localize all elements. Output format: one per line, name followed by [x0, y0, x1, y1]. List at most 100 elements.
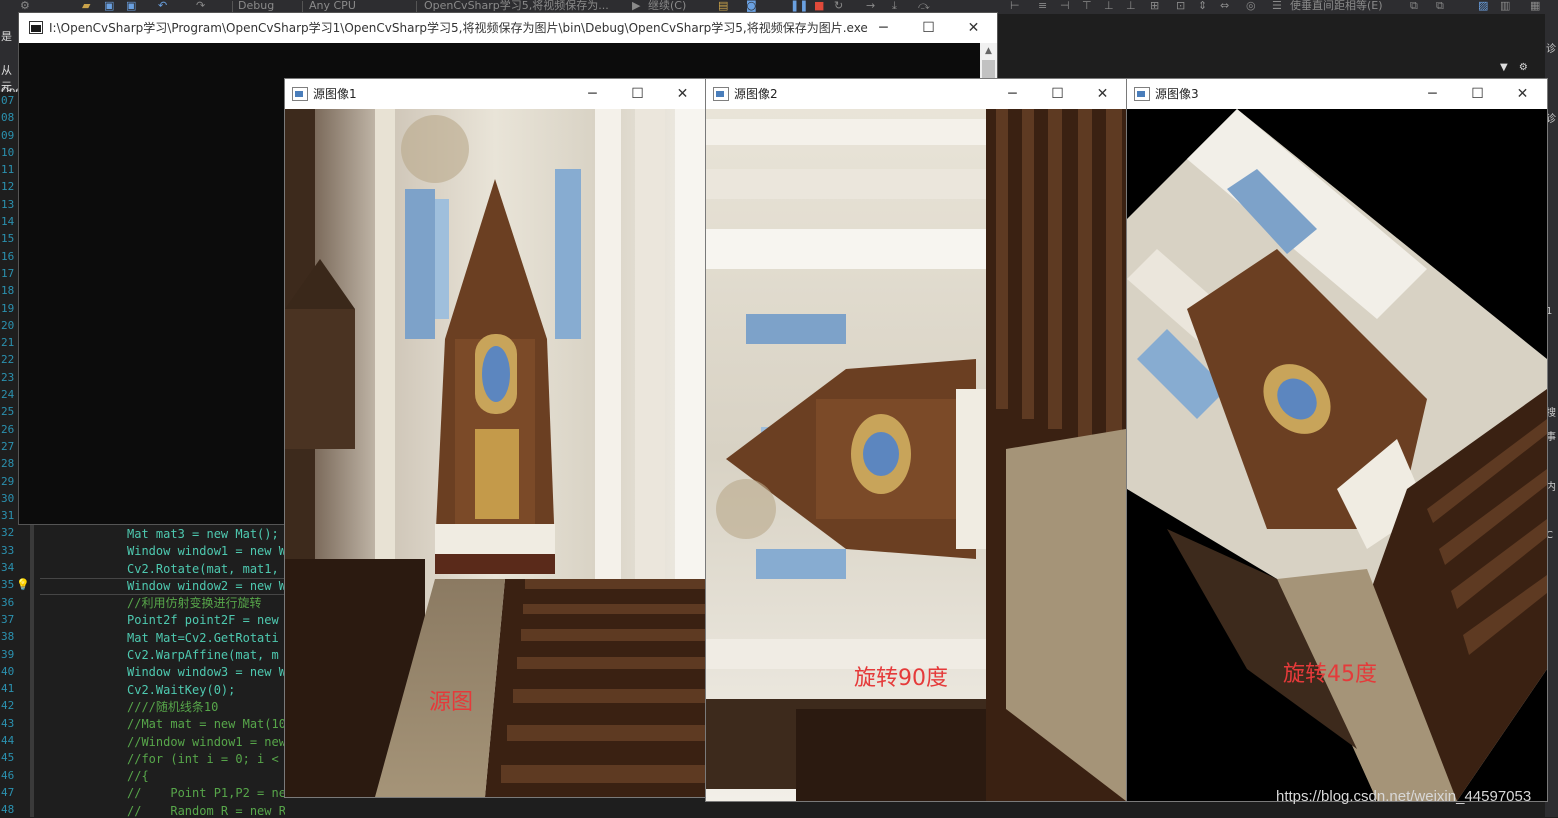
code-line: //for (int i = 0; i <: [127, 751, 279, 766]
close-button[interactable]: ✕: [1080, 79, 1125, 109]
dropdown-arrow-icon[interactable]: ▼: [1500, 62, 1508, 73]
church-interior-rotated-90-image: [706, 109, 1126, 801]
equal-vertical-spacing-button[interactable]: 使垂直间距相等(E): [1290, 0, 1383, 12]
window-titlebar[interactable]: 源图像3 ─ ☐ ✕: [1127, 79, 1547, 109]
settings-icon[interactable]: ⚙: [20, 0, 30, 12]
church-interior-rotated-45-image: [1127, 109, 1547, 801]
line-number: 36: [1, 595, 15, 609]
gear-icon[interactable]: ⚙: [1519, 62, 1528, 73]
code-line: Cv2.WarpAffine(mat, m: [127, 648, 279, 663]
bring-to-front-icon[interactable]: ⧉: [1410, 0, 1418, 12]
line-number: 42: [1, 699, 15, 713]
line-number: 44: [1, 733, 15, 747]
horizontal-spacing-icon[interactable]: ⇔: [1220, 0, 1229, 12]
code-line: Mat Mat=Cv2.GetRotati: [127, 630, 279, 645]
rotated-45-image-canvas: 旋转45度: [1127, 109, 1547, 801]
window-titlebar[interactable]: 源图像2 ─ ☐ ✕: [706, 79, 1126, 109]
code-line: Cv2.Rotate(mat, mat1,: [127, 561, 279, 576]
maximize-button[interactable]: ☐: [1035, 79, 1080, 109]
ide-panel-controls: ▼ ⚙: [1500, 62, 1528, 73]
save-all-icon[interactable]: ▣: [126, 0, 136, 12]
scroll-up-arrow-icon[interactable]: ▲: [980, 43, 997, 60]
layout-icon[interactable]: ▥: [1500, 0, 1510, 12]
line-number: 46: [1, 768, 15, 782]
step-into-icon[interactable]: ⤓: [892, 0, 897, 12]
align-bottom-icon[interactable]: ⊥: [1126, 0, 1136, 12]
minimize-button[interactable]: ─: [1410, 79, 1455, 109]
layout-alt-icon[interactable]: ▦: [1530, 0, 1540, 12]
maximize-button[interactable]: ☐: [615, 79, 660, 109]
redo-icon[interactable]: ↷: [196, 0, 205, 12]
step-over-icon[interactable]: ⤼: [918, 0, 930, 12]
left-panel-text: 是: [1, 30, 12, 43]
align-middle-icon[interactable]: ⊥: [1104, 0, 1114, 12]
console-maximize-button[interactable]: ☐: [906, 13, 951, 43]
code-line: // Random R = new Random();: [127, 803, 285, 817]
restart-icon[interactable]: ↻: [834, 0, 843, 12]
right-panel-text: 诊: [1546, 44, 1556, 55]
window-app-icon: [713, 87, 729, 101]
close-button[interactable]: ✕: [660, 79, 705, 109]
align-left-icon[interactable]: ⊢: [1010, 0, 1020, 12]
console-minimize-button[interactable]: ─: [861, 13, 906, 43]
code-line: Mat mat3 = new Mat();: [127, 527, 279, 541]
play-icon[interactable]: ▶: [632, 0, 640, 12]
undo-icon[interactable]: ↶: [158, 0, 167, 12]
make-same-size-icon[interactable]: ⊞: [1150, 0, 1159, 12]
window-app-icon: [292, 87, 308, 101]
code-line: Window window3 = new W: [127, 665, 285, 680]
source-image-canvas: 源图: [285, 109, 705, 797]
pause-icon[interactable]: ❚❚: [790, 0, 808, 12]
align-center-icon[interactable]: ≡: [1038, 0, 1047, 12]
code-line: //Mat mat = new Mat(10: [127, 717, 285, 732]
window-titlebar[interactable]: 源图像1 ─ ☐ ✕: [285, 79, 705, 109]
minimize-button[interactable]: ─: [990, 79, 1035, 109]
open-folder-icon[interactable]: ▰: [82, 0, 90, 12]
continue-button[interactable]: 继续(C): [648, 0, 686, 12]
window-app-icon: [1134, 87, 1150, 101]
send-to-back-icon[interactable]: ⧉: [1436, 0, 1444, 12]
window-title: 源图像1: [313, 87, 357, 101]
solution-config-dropdown[interactable]: Debug: [238, 0, 274, 12]
lock-icon[interactable]: ▨: [1478, 0, 1488, 12]
code-line: Window window1 = new W: [127, 544, 285, 559]
minimize-button[interactable]: ─: [570, 79, 615, 109]
line-number: 38: [1, 630, 15, 644]
align-top-icon[interactable]: ⊤: [1082, 0, 1092, 12]
watermark-text: https://blog.csdn.net/weixin_44597053: [1276, 788, 1532, 805]
line-number: 47: [1, 785, 15, 799]
image-overlay-text: 旋转45度: [1283, 662, 1377, 687]
stop-icon[interactable]: ■: [814, 0, 824, 12]
center-icon[interactable]: ◎: [1246, 0, 1256, 12]
camera-icon[interactable]: ◙: [746, 0, 757, 12]
console-close-button[interactable]: ✕: [951, 13, 996, 43]
align-right-icon[interactable]: ⊣: [1060, 0, 1070, 12]
tab-order-icon[interactable]: ☰: [1272, 0, 1282, 12]
maximize-button[interactable]: ☐: [1455, 79, 1500, 109]
code-editor[interactable]: Mat mat3 = new Mat(); Window window1 = ne…: [40, 526, 285, 817]
image-window-source-1[interactable]: 源图像1 ─ ☐ ✕ 源图: [284, 78, 706, 798]
line-number: 33: [1, 543, 15, 557]
close-button[interactable]: ✕: [1500, 79, 1545, 109]
console-titlebar[interactable]: I:\OpenCvSharp学习\Program\OpenCvSharp学习1\…: [19, 13, 997, 43]
hot-reload-icon[interactable]: ▤: [718, 0, 728, 12]
line-number: 34: [1, 561, 15, 575]
line-number: 32: [1, 526, 15, 540]
lightbulb-icon[interactable]: 💡: [16, 578, 30, 591]
image-window-source-2[interactable]: 源图像2 ─ ☐ ✕ 旋转90度: [705, 78, 1127, 802]
size-to-grid-icon[interactable]: ⊡: [1176, 0, 1185, 12]
console-app-icon: [29, 21, 43, 34]
startup-project-dropdown[interactable]: OpenCvSharp学习5,将视频保存为...: [424, 0, 609, 12]
line-number: 45: [1, 751, 15, 765]
image-overlay-text: 旋转90度: [854, 666, 948, 691]
code-line: //{: [127, 769, 149, 784]
code-line: // Point P1,P2 = ne: [127, 786, 285, 801]
show-next-statement-icon[interactable]: →: [866, 0, 875, 12]
code-line: Window window2 = new W: [40, 577, 285, 596]
image-window-source-3[interactable]: 源图像3 ─ ☐ ✕ 旋转45度: [1126, 78, 1548, 802]
console-title: I:\OpenCvSharp学习\Program\OpenCvSharp学习1\…: [49, 21, 868, 35]
code-line: Point2f point2F = new: [127, 613, 279, 628]
vertical-spacing-icon[interactable]: ⇕: [1198, 0, 1207, 12]
platform-dropdown[interactable]: Any CPU: [309, 0, 356, 12]
save-icon[interactable]: ▣: [104, 0, 114, 12]
